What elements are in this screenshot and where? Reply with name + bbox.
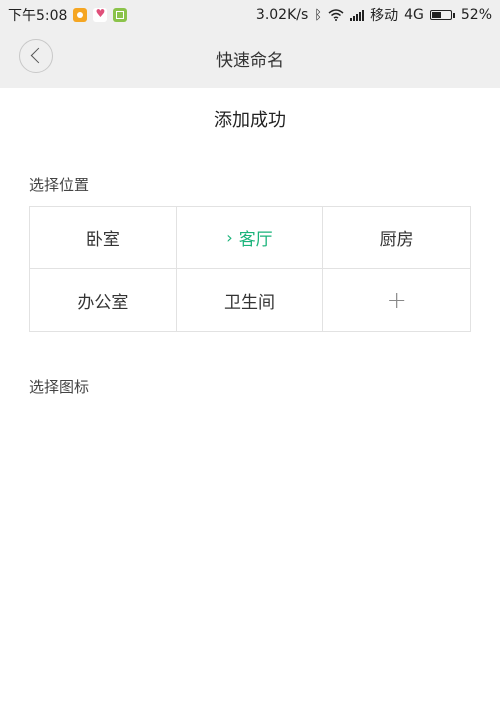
success-message: 添加成功 <box>214 110 286 131</box>
location-bathroom[interactable]: 卫生间 <box>177 269 324 331</box>
location-label: 卫生间 <box>223 292 275 313</box>
status-bar: 下午5:08 3.02K/s ᛒ 移动 4G 52% <box>0 0 500 28</box>
carrier-name: 移动 <box>370 8 399 24</box>
network-type: 4G <box>404 7 424 23</box>
location-kitchen[interactable]: 厨房 <box>323 207 470 269</box>
location-label: 办公室 <box>77 292 129 313</box>
selected-chevron-icon: › <box>226 228 233 247</box>
location-grid: 卧室 › 客厅 厨房 办公室 卫生间 + <box>29 206 471 332</box>
header-bar: 快速命名 <box>0 28 500 88</box>
location-bedroom[interactable]: 卧室 <box>30 207 177 269</box>
signal-icon <box>350 9 365 21</box>
location-label: 客厅 <box>238 230 273 250</box>
app-notification-icon <box>73 8 88 22</box>
icon-section-label: 选择图标 <box>29 378 90 396</box>
location-section-label: 选择位置 <box>29 176 90 194</box>
location-label: 卧室 <box>85 230 120 250</box>
add-location-button[interactable]: + <box>323 269 470 331</box>
location-living-room[interactable]: › 客厅 <box>176 207 324 269</box>
battery-icon <box>429 10 455 20</box>
wifi-icon <box>328 9 344 21</box>
heart-app-icon <box>93 7 108 22</box>
status-left: 下午5:08 <box>8 5 128 25</box>
plus-icon: + <box>386 286 407 314</box>
bluetooth-icon: ᛒ <box>314 7 323 23</box>
battery-percent: 52% <box>460 7 492 23</box>
location-office[interactable]: 办公室 <box>30 269 177 331</box>
status-time: 下午5:08 <box>8 8 68 24</box>
location-label: 厨房 <box>379 230 414 250</box>
green-app-icon <box>113 8 128 22</box>
status-right: 3.02K/s ᛒ 移动 4G 52% <box>256 5 492 25</box>
page-title: 快速命名 <box>216 51 284 71</box>
network-speed: 3.02K/s <box>255 7 309 23</box>
